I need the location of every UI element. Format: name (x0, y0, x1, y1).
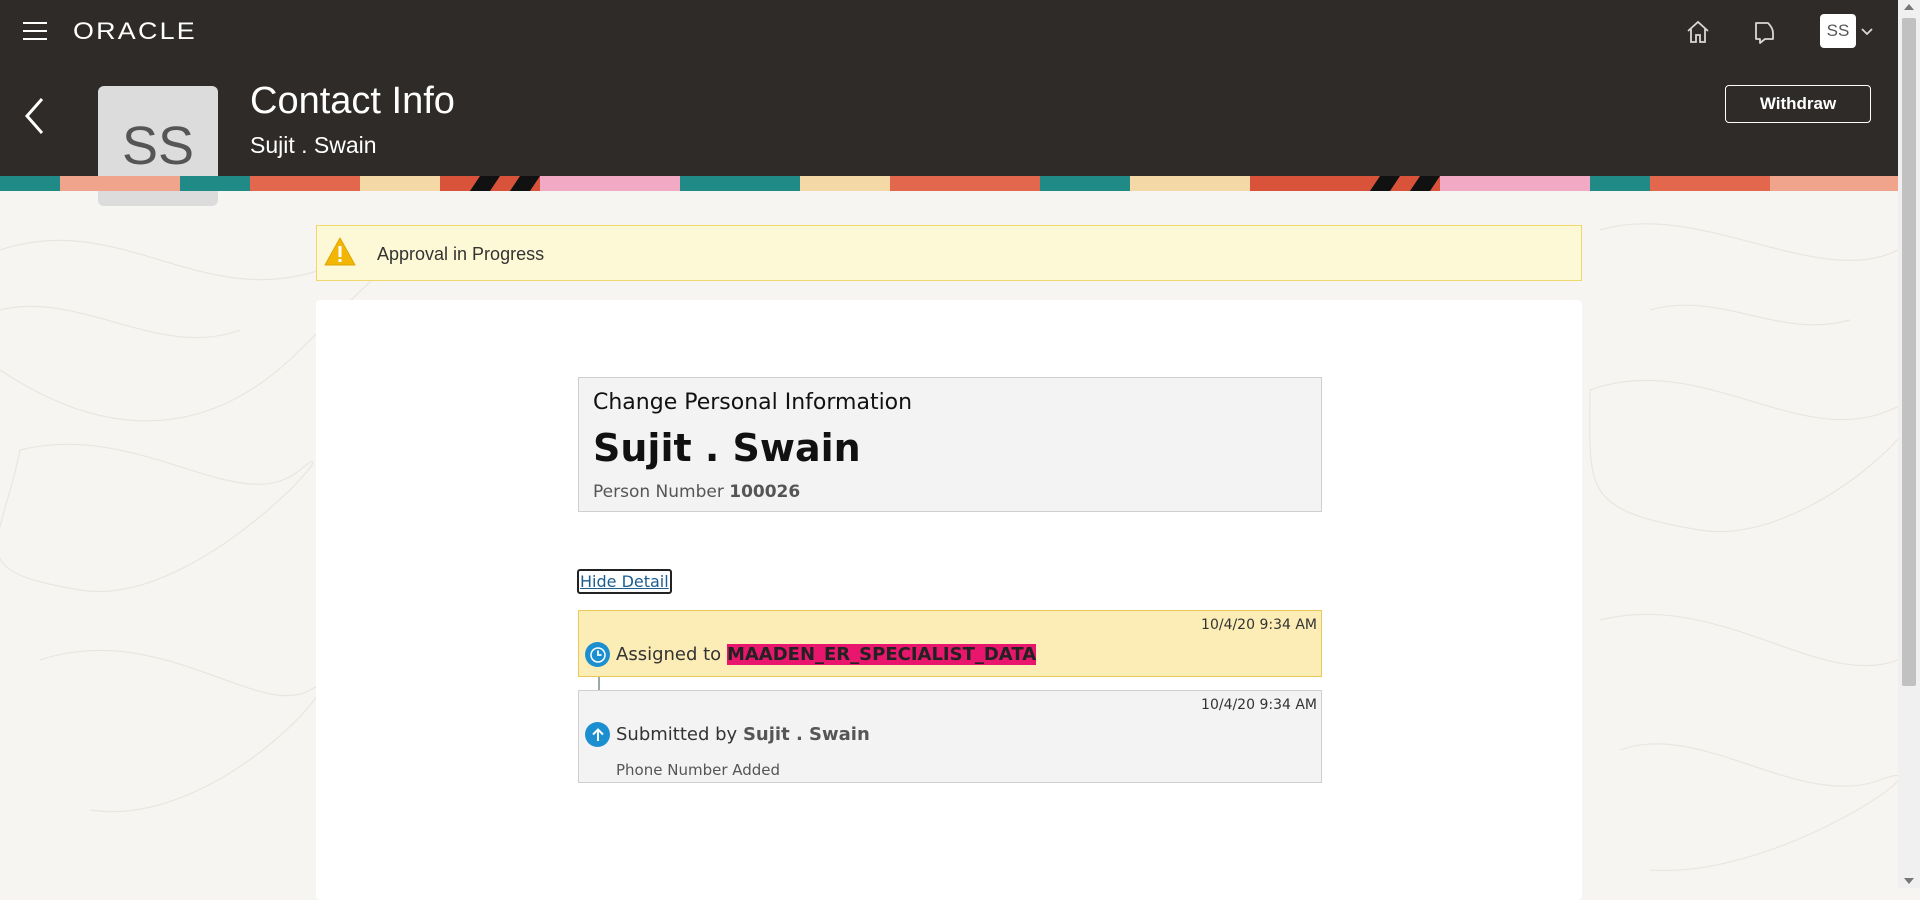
back-arrow-icon[interactable] (22, 96, 48, 141)
banner-text: Approval in Progress (377, 244, 545, 264)
scroll-down-arrow-icon[interactable] (1904, 878, 1914, 884)
assigned-prefix: Assigned to (616, 644, 722, 665)
approval-status-banner: Approval in Progress (316, 225, 1582, 281)
warning-icon (323, 236, 357, 273)
approval-card: Change Personal Information Sujit . Swai… (316, 300, 1582, 900)
clock-icon (585, 642, 610, 667)
history-text: Submitted by Sujit . Swain (616, 724, 870, 745)
withdraw-button[interactable]: Withdraw (1725, 85, 1871, 123)
person-number-label: Person Number (593, 482, 724, 502)
submitter-name: Sujit . Swain (742, 724, 870, 745)
person-number: 100026 (729, 482, 801, 502)
global-header: ORACLE SS (0, 0, 1898, 64)
history-item-submitted: 10/4/20 9:34 AM Submitted by Sujit . Swa… (578, 690, 1322, 783)
submitted-prefix: Submitted by (616, 724, 738, 745)
oracle-logo[interactable]: ORACLE (73, 18, 197, 46)
scroll-thumb[interactable] (1902, 18, 1916, 686)
user-avatar[interactable]: SS (1820, 14, 1856, 48)
hamburger-icon[interactable] (23, 22, 47, 42)
arrow-up-icon (585, 722, 610, 747)
person-name: Sujit . Swain (593, 426, 861, 470)
history-text: Assigned to MAADEN_ER_SPECIALIST_DATA (616, 644, 1037, 665)
history-detail: Phone Number Added (616, 761, 781, 779)
transaction-summary: Change Personal Information Sujit . Swai… (578, 377, 1322, 512)
chevron-down-icon[interactable] (1860, 24, 1874, 42)
decorative-band (0, 176, 1898, 191)
vertical-scrollbar[interactable] (1898, 0, 1920, 888)
scroll-up-arrow-icon[interactable] (1904, 4, 1914, 10)
page-header: SS Contact Info Sujit . Swain Withdraw (0, 64, 1898, 206)
assignee-name: MAADEN_ER_SPECIALIST_DATA (726, 644, 1037, 665)
page-subtitle: Sujit . Swain (250, 132, 377, 158)
transaction-type: Change Personal Information (593, 390, 913, 415)
person-number-line: Person Number 100026 (593, 482, 800, 502)
history-connector (598, 677, 600, 690)
history-timestamp: 10/4/20 9:34 AM (1201, 697, 1317, 713)
history-item-assigned: 10/4/20 9:34 AM Assigned to MAADEN_ER_SP… (578, 610, 1322, 677)
page-title: Contact Info (250, 80, 455, 122)
hide-detail-link[interactable]: Hide Detail (577, 569, 672, 594)
history-timestamp: 10/4/20 9:34 AM (1201, 617, 1317, 633)
notifications-icon[interactable] (1748, 16, 1780, 48)
home-icon[interactable] (1682, 16, 1714, 48)
